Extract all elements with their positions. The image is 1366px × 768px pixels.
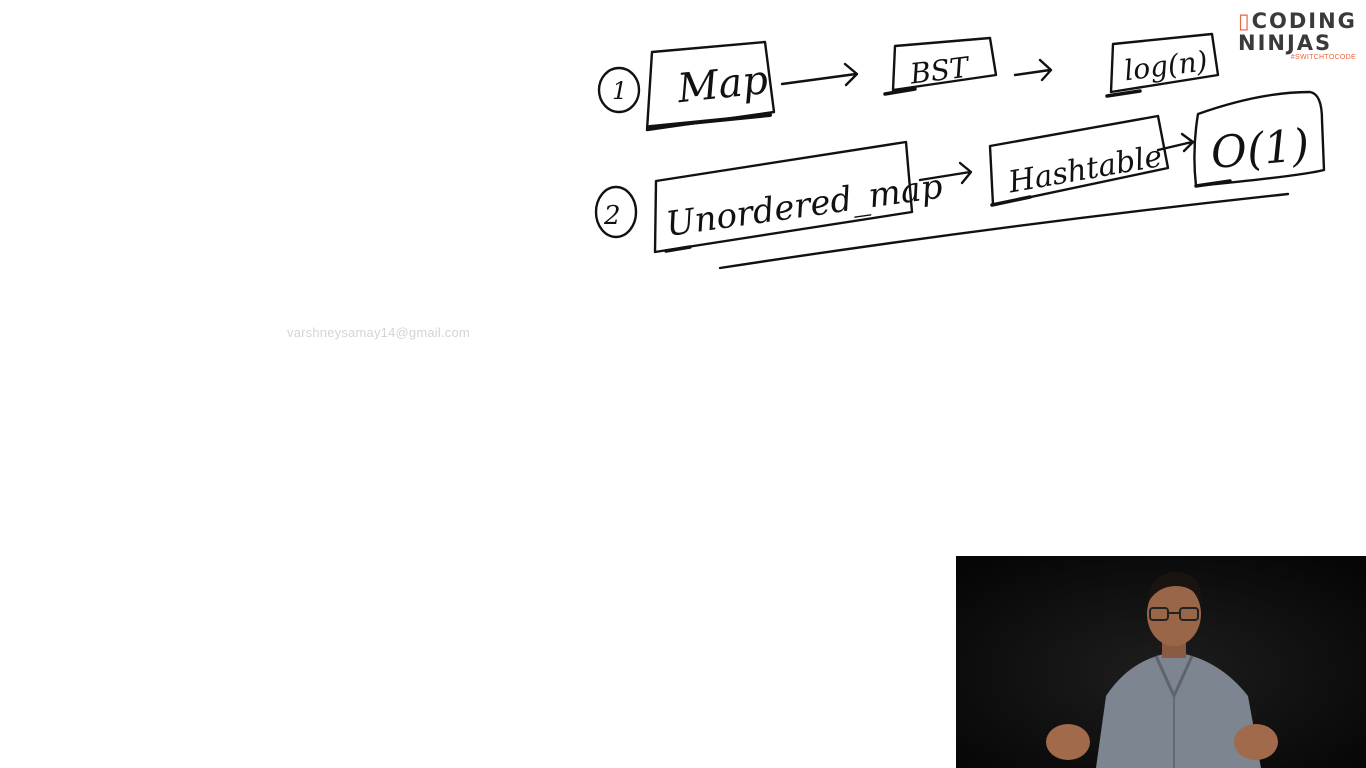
logo-tagline: #SWITCHTOCODE xyxy=(1290,54,1356,61)
arrow-bst-logn xyxy=(1013,58,1053,82)
presenter-left-hand xyxy=(1046,724,1090,760)
presenter-video xyxy=(956,556,1366,768)
node-unordered-map-label: Unordered_map xyxy=(664,166,945,244)
logo-line2-text: NINJAS xyxy=(1238,31,1333,55)
logo-line1-text: CODING xyxy=(1251,9,1357,33)
node-logn-label: log(n) xyxy=(1122,44,1209,87)
presenter-right-hand xyxy=(1234,724,1278,760)
row2-number: 2 xyxy=(603,201,621,231)
logo-line1: ▯CODING xyxy=(1238,10,1360,32)
arrow-map-bst xyxy=(780,62,859,87)
coding-ninjas-logo: ▯CODING NINJAS #SWITCHTOCODE xyxy=(1238,10,1360,66)
node-hashtable-label: Hashtable xyxy=(1005,139,1165,201)
node-map-label: Map xyxy=(674,57,770,112)
logo-c-mark: ▯ xyxy=(1238,9,1252,33)
row1-number: 1 xyxy=(612,77,627,105)
email-watermark: varshneysamay14@gmail.com xyxy=(287,325,470,340)
presenter-video-icon xyxy=(956,556,1366,768)
node-o1-label: O(1) xyxy=(1209,120,1311,179)
node-bst-label: BST xyxy=(907,50,972,90)
